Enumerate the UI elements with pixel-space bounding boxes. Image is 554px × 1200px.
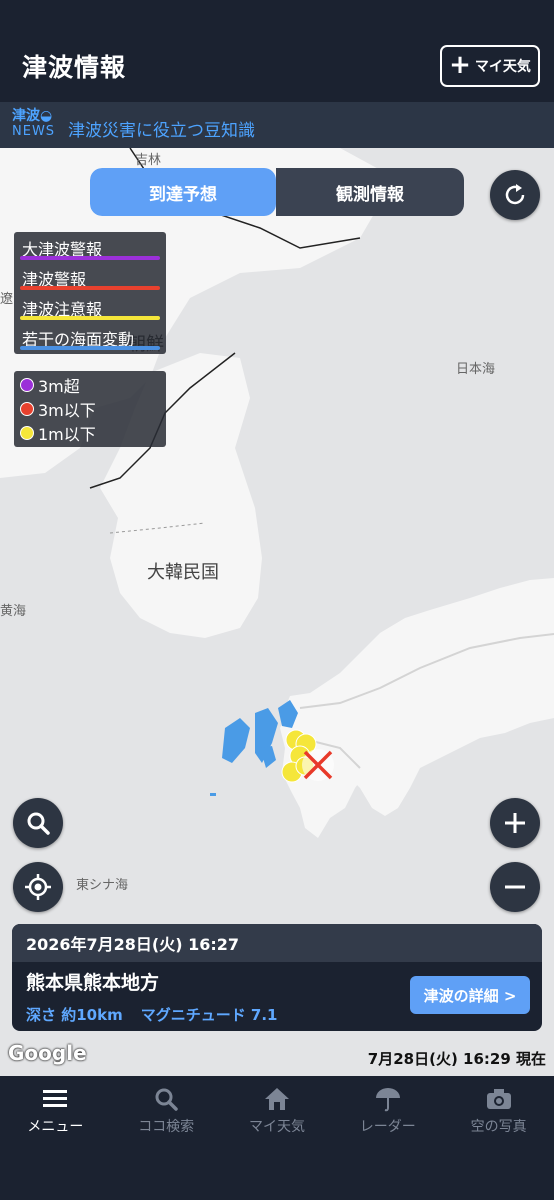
earthquake-info-card: 2026年7月28日(火) 16:27 熊本県熊本地方 深さ 約10km マグニチ… [12, 924, 542, 1031]
forecast-observation-toggle: 到達予想 観測情報 [90, 168, 464, 216]
minus-icon [505, 885, 525, 889]
plus-icon: + [449, 49, 471, 80]
tab-arrival-forecast[interactable]: 到達予想 [90, 168, 276, 216]
google-logo: Google [8, 1041, 87, 1065]
menu-icon [41, 1086, 69, 1112]
nav-my-weather[interactable]: マイ天気 [222, 1076, 333, 1200]
my-weather-label: マイ天気 [474, 59, 531, 75]
earthquake-meta: 深さ 約10km マグニチュード 7.1 [26, 1004, 278, 1025]
map-label-sea-of-japan: 日本海 [456, 362, 496, 377]
epicenter-icon [302, 749, 334, 781]
tsunami-news-link[interactable]: 津波災害に役立つ豆知識 [68, 116, 255, 141]
plus-icon [505, 813, 525, 833]
warning-line-legend: 大津波警報 津波警報 津波注意報 若干の海面変動 [14, 232, 166, 354]
search-icon [27, 812, 50, 835]
map-search-button[interactable] [13, 798, 63, 848]
legend-over-3m: 3m超 [14, 373, 166, 397]
map-label-jilin: 吉林 [135, 153, 162, 168]
map-label-yellow-sea: 黄海 [0, 604, 27, 619]
depth-text: 深さ 約10km [26, 1006, 123, 1024]
map-label-liaoning: 遼 [0, 292, 14, 307]
page-title: 津波情報 [22, 53, 127, 82]
wave-icon: ◒ [40, 108, 53, 124]
nav-radar[interactable]: レーダー [332, 1076, 443, 1200]
current-location-button[interactable] [13, 862, 63, 912]
location-target-icon [25, 874, 51, 900]
map-label-south-korea: 大韓民国 [147, 562, 219, 583]
refresh-icon [505, 184, 525, 205]
tsunami-news-logo: 津波◒ NEWS [12, 108, 56, 139]
legend-slight-sea-level-change: 若干の海面変動 [14, 322, 166, 352]
wave-height-legend: 3m超 3m以下 1m以下 [14, 371, 166, 447]
radar-umbrella-icon [374, 1086, 402, 1112]
tsunami-detail-button[interactable]: 津波の詳細 > [410, 976, 530, 1014]
zoom-in-button[interactable] [490, 798, 540, 848]
updated-timestamp: 7月28日(火) 16:29 現在 [367, 1050, 546, 1068]
refresh-button[interactable] [490, 170, 540, 220]
search-icon [153, 1086, 179, 1112]
map-label-east-china-sea: 東シナ海 [76, 878, 129, 893]
nav-coco-search[interactable]: ココ検索 [111, 1076, 222, 1200]
legend-tsunami-warning: 津波警報 [14, 262, 166, 292]
legend-under-3m: 3m以下 [14, 397, 166, 421]
epicenter-place: 熊本県熊本地方 [26, 972, 160, 994]
camera-icon [485, 1086, 513, 1112]
nav-menu[interactable]: メニュー [0, 1076, 111, 1200]
legend-under-1m: 1m以下 [14, 421, 166, 445]
earthquake-datetime: 2026年7月28日(火) 16:27 [12, 924, 542, 962]
home-icon [263, 1086, 291, 1112]
add-my-weather-button[interactable]: + マイ天気 [440, 45, 540, 87]
legend-major-tsunami-warning: 大津波警報 [14, 232, 166, 262]
magnitude-text: マグニチュード 7.1 [140, 1006, 278, 1024]
bottom-navigation: メニュー ココ検索 マイ天気 レーダー 空の写真 [0, 1076, 554, 1200]
nav-sky-photos[interactable]: 空の写真 [443, 1076, 554, 1200]
zoom-out-button[interactable] [490, 862, 540, 912]
app-header: 津波情報 + マイ天気 [0, 0, 554, 102]
legend-tsunami-advisory: 津波注意報 [14, 292, 166, 322]
tab-observation-info[interactable]: 観測情報 [276, 168, 464, 216]
